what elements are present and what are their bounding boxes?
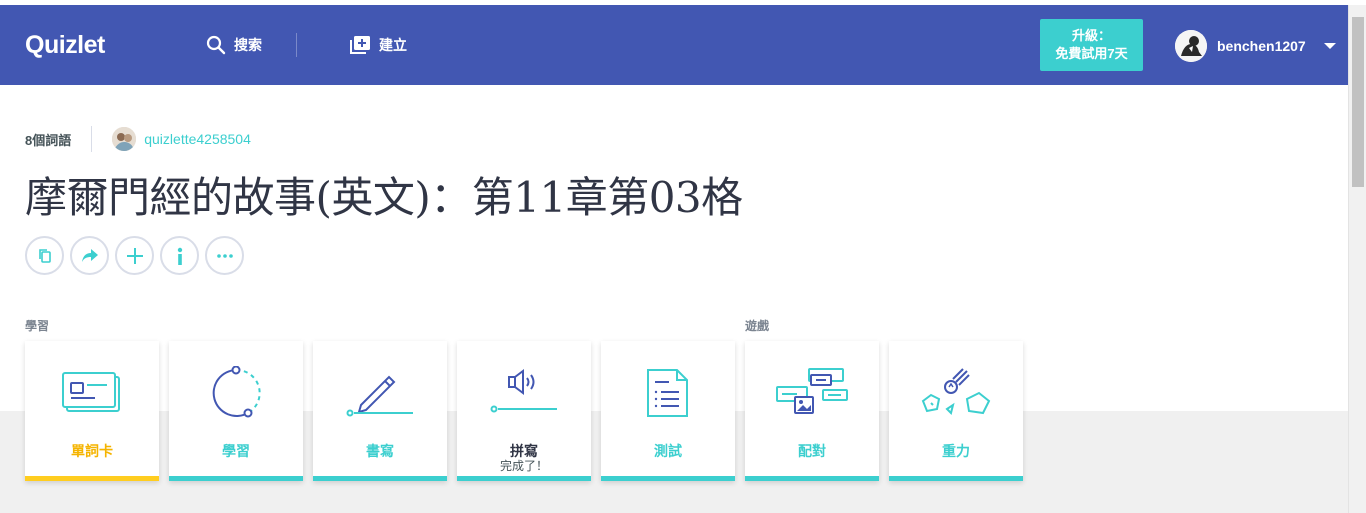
mode-label-learn: 學習 — [222, 443, 250, 459]
nav-divider — [296, 33, 297, 57]
share-icon — [81, 248, 98, 262]
copy-button[interactable] — [25, 236, 64, 275]
create-button[interactable]: 建立 — [350, 35, 407, 55]
search-icon — [206, 35, 226, 55]
upgrade-line1: 升級： — [1071, 28, 1111, 43]
study-modes: 單詞卡 學習 書寫 拼寫 完成了！ 測試 配對 重力 — [25, 341, 1023, 481]
mode-card-test[interactable]: 測試 — [601, 341, 735, 481]
mode-card-match[interactable]: 配對 — [745, 341, 879, 481]
set-title: 摩爾門經的故事(英文)：第11章第03格 — [25, 173, 743, 222]
mode-card-gravity[interactable]: 重力 — [889, 341, 1023, 481]
chevron-down-icon — [1323, 43, 1336, 49]
copy-icon — [38, 248, 51, 263]
study-section-label: 學習 — [25, 319, 50, 333]
search-label: 搜索 — [234, 37, 262, 53]
info-icon — [177, 247, 182, 265]
test-icon — [647, 369, 688, 417]
add-set-icon — [350, 36, 370, 54]
search-button[interactable]: 搜索 — [206, 35, 262, 55]
scrollbar-thumb[interactable] — [1352, 17, 1364, 187]
more-button[interactable] — [205, 236, 244, 275]
quizlet-logo[interactable]: Quizlet — [25, 31, 105, 60]
flashcards-icon — [62, 372, 120, 412]
author-avatar[interactable] — [112, 127, 137, 151]
info-button[interactable] — [160, 236, 199, 275]
user-avatar — [1175, 30, 1207, 62]
set-meta: 8個詞語 quizlette4258504 — [25, 126, 251, 152]
page-scrollbar[interactable] — [1348, 5, 1366, 513]
write-icon — [346, 375, 413, 417]
spell-status: 完成了！ — [499, 459, 548, 473]
plus-icon — [126, 247, 143, 264]
top-navbar: Quizlet 搜索 建立 升級： 免費試用7天 benchen1207 — [0, 5, 1348, 85]
mode-card-spell[interactable]: 拼寫 完成了！ — [457, 341, 591, 481]
add-to-folder-button[interactable] — [115, 236, 154, 275]
mode-card-learn[interactable]: 學習 — [169, 341, 303, 481]
gravity-icon — [921, 368, 991, 415]
more-icon — [216, 253, 233, 258]
games-section-label: 遊戲 — [745, 319, 770, 333]
upgrade-button[interactable]: 升級： 免費試用7天 — [1040, 19, 1143, 71]
author-link[interactable]: quizlette4258504 — [144, 131, 251, 147]
mode-card-write[interactable]: 書寫 — [313, 341, 447, 481]
upgrade-line2: 免費試用7天 — [1055, 46, 1128, 61]
set-actions — [25, 236, 244, 275]
match-icon — [776, 368, 848, 414]
mode-label-gravity: 重力 — [942, 443, 970, 459]
learn-icon — [212, 366, 261, 418]
create-label: 建立 — [379, 37, 407, 53]
term-count: 8個詞語 — [25, 132, 72, 148]
mode-card-flashcards[interactable]: 單詞卡 — [25, 341, 159, 481]
user-menu[interactable]: benchen1207 — [1175, 30, 1336, 62]
mode-label-test: 測試 — [654, 443, 682, 459]
meta-divider — [91, 126, 93, 152]
username: benchen1207 — [1217, 38, 1306, 54]
mode-label-flashcards: 單詞卡 — [71, 443, 113, 459]
speaker-icon — [490, 369, 557, 413]
mode-label-match: 配對 — [798, 443, 826, 459]
share-button[interactable] — [70, 236, 109, 275]
mode-label-write: 書寫 — [366, 443, 394, 459]
